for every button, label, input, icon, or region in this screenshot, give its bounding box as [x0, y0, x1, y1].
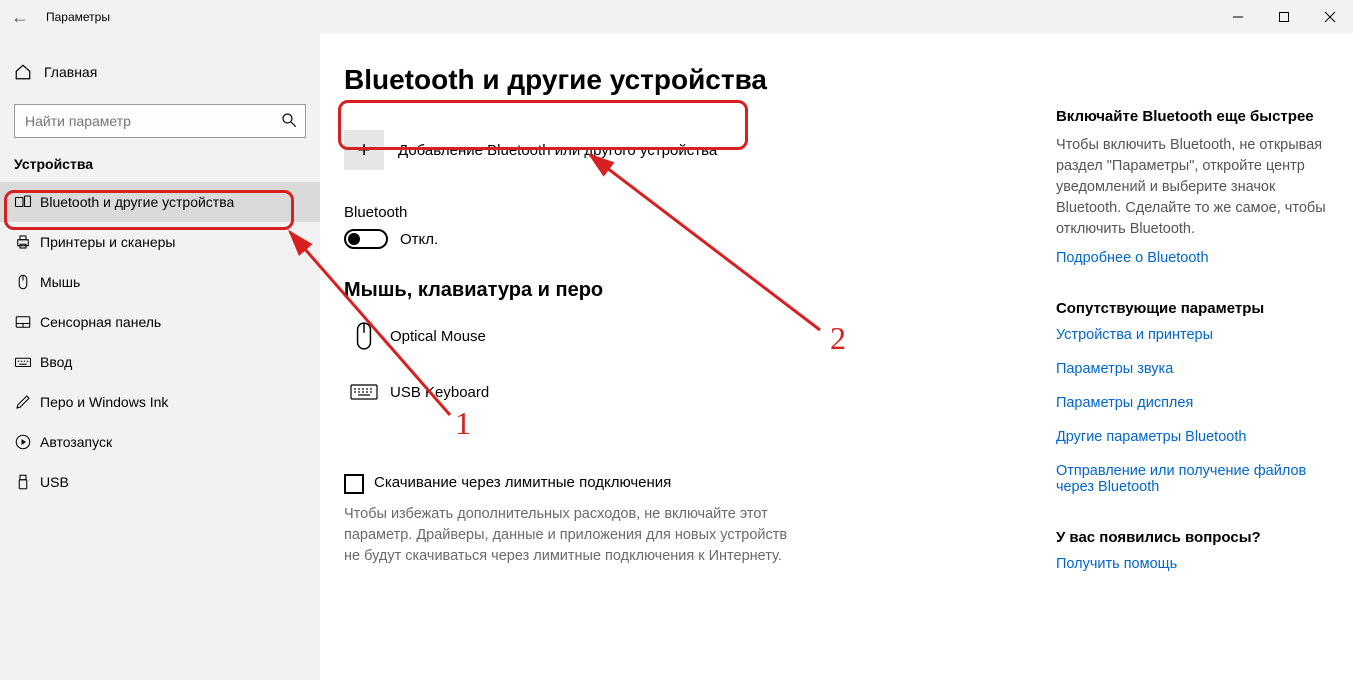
device-row[interactable]: USB Keyboard — [344, 364, 1056, 420]
home-label: Главная — [44, 64, 97, 80]
add-device-button[interactable]: + Добавление Bluetooth или другого устро… — [344, 122, 1056, 178]
bluetooth-toggle[interactable] — [344, 229, 388, 249]
pen-icon — [14, 393, 40, 411]
nav-bluetooth[interactable]: Bluetooth и другие устройства — [0, 182, 320, 222]
bluetooth-label: Bluetooth — [344, 204, 1056, 221]
plus-icon: + — [344, 130, 384, 170]
nav-label: Мышь — [40, 274, 80, 290]
main-content: Bluetooth и другие устройства + Добавлен… — [344, 64, 1056, 680]
nav-label: Автозапуск — [40, 434, 112, 450]
link-more-bluetooth[interactable]: Подробнее о Bluetooth — [1056, 250, 1329, 266]
link-sound[interactable]: Параметры звука — [1056, 361, 1329, 377]
right-paragraph: Чтобы включить Bluetooth, не открывая ра… — [1056, 135, 1329, 240]
printer-icon — [14, 233, 40, 251]
metered-help-text: Чтобы избежать дополнительных расходов, … — [344, 504, 804, 567]
metered-checkbox[interactable] — [344, 474, 364, 494]
device-name: USB Keyboard — [390, 384, 489, 401]
search-input[interactable] — [14, 104, 306, 138]
window-controls — [1215, 0, 1353, 34]
sidebar-category: Устройства — [0, 156, 320, 182]
nav-label: Принтеры и сканеры — [40, 234, 175, 250]
window-title: Параметры — [46, 10, 110, 24]
autoplay-icon — [14, 433, 40, 451]
bluetooth-state: Откл. — [400, 231, 438, 248]
link-devices-printers[interactable]: Устройства и принтеры — [1056, 327, 1329, 343]
metered-label: Скачивание через лимитные подключения — [374, 474, 671, 491]
nav-label: USB — [40, 474, 69, 490]
nav-touchpad[interactable]: Сенсорная панель — [0, 302, 320, 342]
right-heading: Включайте Bluetooth еще быстрее — [1056, 108, 1329, 125]
right-heading: У вас появились вопросы? — [1056, 529, 1329, 546]
nav-pen[interactable]: Перо и Windows Ink — [0, 382, 320, 422]
keyboard-icon — [344, 382, 384, 402]
nav-typing[interactable]: Ввод — [0, 342, 320, 382]
link-display[interactable]: Параметры дисплея — [1056, 395, 1329, 411]
nav-label: Сенсорная панель — [40, 314, 161, 330]
link-more-bt-settings[interactable]: Другие параметры Bluetooth — [1056, 429, 1329, 445]
touchpad-icon — [14, 313, 40, 331]
sidebar: Главная Устройства Bluetooth и другие ус… — [0, 34, 320, 680]
home-nav[interactable]: Главная — [0, 52, 320, 92]
add-device-label: Добавление Bluetooth или другого устройс… — [398, 142, 717, 159]
minimize-button[interactable] — [1215, 0, 1261, 34]
right-column: Включайте Bluetooth еще быстрее Чтобы вк… — [1056, 64, 1329, 680]
nav-label: Bluetooth и другие устройства — [40, 194, 234, 210]
keyboard-icon — [14, 353, 40, 371]
maximize-button[interactable] — [1261, 0, 1307, 34]
devices-section-heading: Мышь, клавиатура и перо — [344, 279, 1056, 302]
nav-usb[interactable]: USB — [0, 462, 320, 502]
devices-icon — [14, 193, 40, 211]
mouse-icon — [14, 273, 40, 291]
nav-label: Перо и Windows Ink — [40, 394, 168, 410]
device-name: Optical Mouse — [390, 328, 486, 345]
home-icon — [14, 63, 40, 81]
mouse-icon — [344, 321, 384, 351]
search-icon — [280, 111, 298, 129]
search-box[interactable] — [14, 104, 306, 138]
right-heading: Сопутствующие параметры — [1056, 300, 1329, 317]
link-get-help[interactable]: Получить помощь — [1056, 556, 1329, 572]
usb-icon — [14, 473, 40, 491]
page-heading: Bluetooth и другие устройства — [344, 64, 1056, 96]
close-button[interactable] — [1307, 0, 1353, 34]
title-bar: ← Параметры — [0, 0, 1353, 34]
nav-autoplay[interactable]: Автозапуск — [0, 422, 320, 462]
nav-printers[interactable]: Принтеры и сканеры — [0, 222, 320, 262]
link-send-receive[interactable]: Отправление или получение файлов через B… — [1056, 463, 1329, 495]
back-button[interactable]: ← — [0, 7, 40, 28]
nav-mouse[interactable]: Мышь — [0, 262, 320, 302]
nav-label: Ввод — [40, 354, 72, 370]
device-row[interactable]: Optical Mouse — [344, 308, 1056, 364]
